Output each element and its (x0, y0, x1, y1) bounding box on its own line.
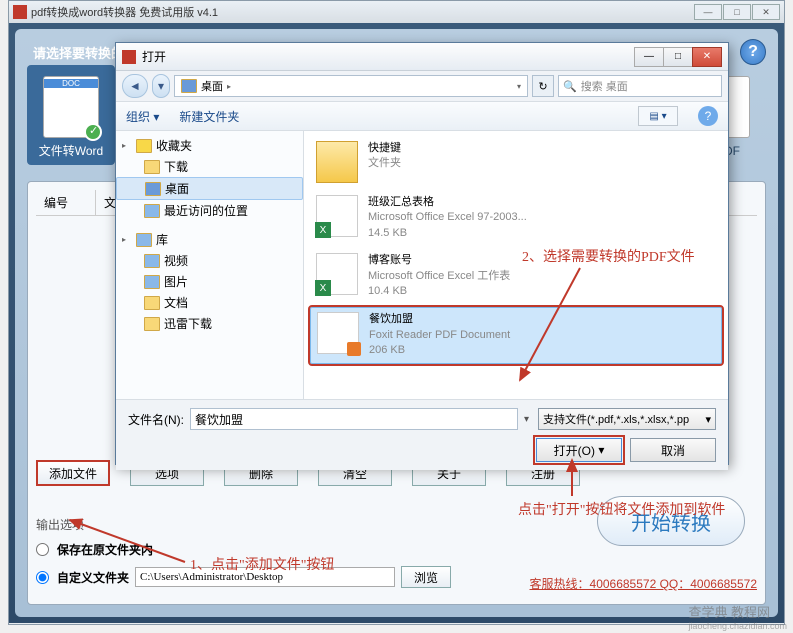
file-item-folder[interactable]: 快捷键 文件夹 (310, 137, 722, 187)
nav-search-input[interactable]: 🔍 搜索 桌面 (558, 75, 722, 97)
start-convert-button[interactable]: 开始转换 (597, 496, 745, 546)
help-icon[interactable]: ? (740, 39, 766, 65)
thunder-icon (144, 317, 160, 331)
app-titlebar: pdf转换成word转换器 免费试用版 v4.1 — □ ✕ (9, 1, 784, 23)
file-item-excel[interactable]: 博客账号 Microsoft Office Excel 工作表 10.4 KB (310, 249, 722, 303)
nav-back-button[interactable]: ◄ (122, 74, 148, 98)
app-title: pdf转换成word转换器 免费试用版 v4.1 (31, 4, 218, 20)
dialog-minimize-button[interactable]: — (634, 47, 664, 67)
excel-icon (316, 253, 358, 295)
tree-favorites[interactable]: ▸收藏夹 (116, 135, 303, 156)
format-tabs: DOC 文件转Word (27, 65, 115, 165)
tree-documents[interactable]: 文档 (116, 292, 303, 313)
dialog-icon (122, 50, 136, 64)
output-path-input[interactable] (135, 567, 395, 587)
library-icon (136, 233, 152, 247)
dialog-close-button[interactable]: ✕ (692, 47, 722, 67)
app-maximize-button[interactable]: □ (723, 4, 751, 20)
desktop-icon (181, 79, 197, 93)
doc-icon (144, 296, 160, 310)
filename-input[interactable] (190, 408, 518, 430)
dialog-toolbar: 组织 ▾ 新建文件夹 ▤ ▾ ? (116, 101, 728, 131)
organize-menu[interactable]: 组织 ▾ (126, 108, 159, 125)
output-section: 输出选项 保存在原文件夹内 自定义文件夹 浏览 开始转换 客服热线：400668… (36, 516, 757, 596)
file-item-excel[interactable]: 班级汇总表格 Microsoft Office Excel 97-2003...… (310, 191, 722, 245)
cancel-button[interactable]: 取消 (630, 438, 716, 462)
nav-breadcrumb[interactable]: 桌面▸ ▾ (174, 75, 528, 97)
dialog-nav: ◄ ▾ 桌面▸ ▾ ↻ 🔍 搜索 桌面 (116, 71, 728, 101)
excel-icon (316, 195, 358, 237)
video-icon (144, 254, 160, 268)
check-icon (84, 123, 102, 141)
app-minimize-button[interactable]: — (694, 4, 722, 20)
tree-recent[interactable]: 最近访问的位置 (116, 200, 303, 221)
radio-original-label: 保存在原文件夹内 (57, 541, 153, 558)
radio-original-folder[interactable] (36, 543, 49, 556)
desktop-icon (145, 182, 161, 196)
radio-custom-folder[interactable] (36, 571, 49, 584)
col-id: 编号 (36, 190, 96, 215)
add-file-button[interactable]: 添加文件 (36, 460, 110, 486)
file-filter-select[interactable]: 支持文件(*.pdf,*.xls,*.xlsx,*.pp▾ (538, 408, 716, 430)
filename-label: 文件名(N): (128, 411, 184, 428)
dialog-body: ▸收藏夹 下载 桌面 最近访问的位置 ▸库 视频 图片 文档 迅雷下载 快捷键 … (116, 131, 728, 399)
picture-icon (144, 275, 160, 289)
search-icon: 🔍 (563, 80, 577, 93)
pdf-file-icon (317, 312, 359, 354)
tree-pictures[interactable]: 图片 (116, 271, 303, 292)
file-open-dialog: 打开 — □ ✕ ◄ ▾ 桌面▸ ▾ ↻ 🔍 搜索 桌面 组织 ▾ 新建文件夹 … (115, 42, 729, 465)
nav-refresh-button[interactable]: ↻ (532, 75, 554, 97)
doc-icon: DOC (43, 76, 99, 138)
file-item-pdf-selected[interactable]: 餐饮加盟 Foxit Reader PDF Document 206 KB (310, 307, 722, 363)
tree-library[interactable]: ▸库 (116, 229, 303, 250)
star-icon (136, 139, 152, 153)
folder-icon (316, 141, 358, 183)
dialog-footer: 文件名(N): ▾ 支持文件(*.pdf,*.xls,*.xlsx,*.pp▾ … (116, 399, 728, 470)
view-mode-button[interactable]: ▤ ▾ (638, 106, 678, 126)
folder-icon (144, 160, 160, 174)
dialog-title: 打开 (142, 48, 166, 65)
tree-videos[interactable]: 视频 (116, 250, 303, 271)
app-close-button[interactable]: ✕ (752, 4, 780, 20)
tree-downloads[interactable]: 下载 (116, 156, 303, 177)
open-button[interactable]: 打开(O) ▾ (536, 438, 622, 462)
hotline-link[interactable]: 客服热线：4006685572 QQ：4006685572 (530, 575, 757, 592)
browse-button[interactable]: 浏览 (401, 566, 451, 588)
dialog-titlebar: 打开 — □ ✕ (116, 43, 728, 71)
radio-custom-label: 自定义文件夹 (57, 569, 129, 586)
tree-thunder[interactable]: 迅雷下载 (116, 313, 303, 334)
tree-desktop[interactable]: 桌面 (116, 177, 303, 200)
tree-pane: ▸收藏夹 下载 桌面 最近访问的位置 ▸库 视频 图片 文档 迅雷下载 (116, 131, 304, 399)
file-list: 快捷键 文件夹 班级汇总表格 Microsoft Office Excel 97… (304, 131, 728, 399)
prompt-label: 请选择要转换的 (33, 43, 124, 62)
app-icon (13, 5, 27, 19)
nav-forward-button[interactable]: ▾ (152, 74, 170, 98)
recent-icon (144, 204, 160, 218)
watermark: 查学典 教程网 jiaocheng.chazidian.com (688, 602, 787, 631)
dialog-help-button[interactable]: ? (698, 106, 718, 126)
tab-file-to-word[interactable]: DOC 文件转Word (27, 65, 115, 165)
dialog-maximize-button[interactable]: □ (663, 47, 693, 67)
new-folder-button[interactable]: 新建文件夹 (179, 108, 239, 125)
